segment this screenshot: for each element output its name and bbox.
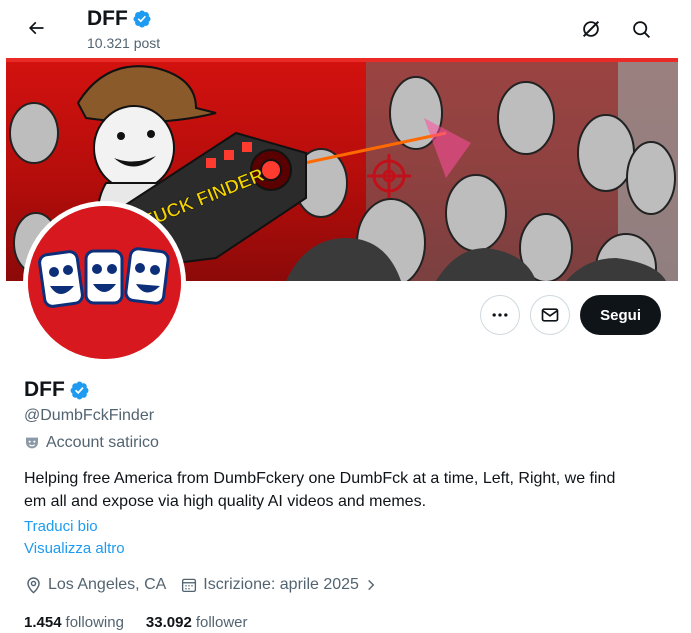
following-label: following xyxy=(65,614,124,631)
avatar-image xyxy=(28,206,181,359)
translate-bio-link[interactable]: Traduci bio xyxy=(24,516,664,538)
back-button[interactable] xyxy=(20,12,52,44)
grok-icon xyxy=(582,20,600,38)
calendar-icon xyxy=(182,578,197,593)
page-title: DFF xyxy=(87,7,128,30)
show-more-link[interactable]: Visualizza altro xyxy=(24,538,664,560)
user-handle: @DumbFckFinder xyxy=(24,407,155,424)
display-name: DFF xyxy=(24,378,65,401)
back-arrow-icon xyxy=(28,21,44,35)
chevron-right-icon xyxy=(368,579,375,591)
more-icon xyxy=(492,313,508,317)
top-bar: DFF 10.321 post xyxy=(0,0,691,58)
dff-logo-icon xyxy=(28,206,181,359)
location-icon xyxy=(27,576,40,594)
join-date-text: Iscrizione: aprile 2025 xyxy=(203,576,359,593)
account-label-text: Account satirico xyxy=(46,434,159,451)
follow-button[interactable]: Segui xyxy=(580,295,661,335)
account-label: Account satirico xyxy=(24,432,664,454)
join-date[interactable]: Iscrizione: aprile 2025 xyxy=(180,574,378,596)
grok-button[interactable] xyxy=(574,12,608,46)
verified-badge-icon xyxy=(133,10,151,28)
following-count: 1.454 xyxy=(24,614,62,631)
header-title-block: DFF 10.321 post xyxy=(87,6,160,52)
verified-badge-icon[interactable] xyxy=(69,380,90,401)
profile-info: DFF @DumbFckFinder Account satirico Help… xyxy=(24,377,664,633)
profile-actions: Segui xyxy=(480,295,661,335)
follow-stats: 1.454 following 33.092 follower xyxy=(24,613,664,633)
followers-link[interactable]: 33.092 follower xyxy=(146,613,248,633)
following-link[interactable]: 1.454 following xyxy=(24,613,124,633)
bio: Helping free America from DumbFckery one… xyxy=(24,470,616,510)
more-button[interactable] xyxy=(480,295,521,335)
profile-meta: Los Angeles, CA Iscrizione: aprile 2025 xyxy=(24,574,664,596)
avatar[interactable] xyxy=(23,201,186,364)
parody-mask-icon xyxy=(26,437,38,449)
message-button[interactable] xyxy=(530,295,571,335)
post-count: 10.321 post xyxy=(87,35,161,51)
follower-count: 33.092 xyxy=(145,614,192,631)
name-row: DFF xyxy=(24,377,664,403)
location: Los Angeles, CA xyxy=(24,574,166,596)
search-icon xyxy=(632,20,650,38)
search-button[interactable] xyxy=(624,12,658,46)
mail-icon xyxy=(541,308,559,322)
location-text: Los Angeles, CA xyxy=(48,576,167,593)
follower-label: follower xyxy=(195,614,248,631)
